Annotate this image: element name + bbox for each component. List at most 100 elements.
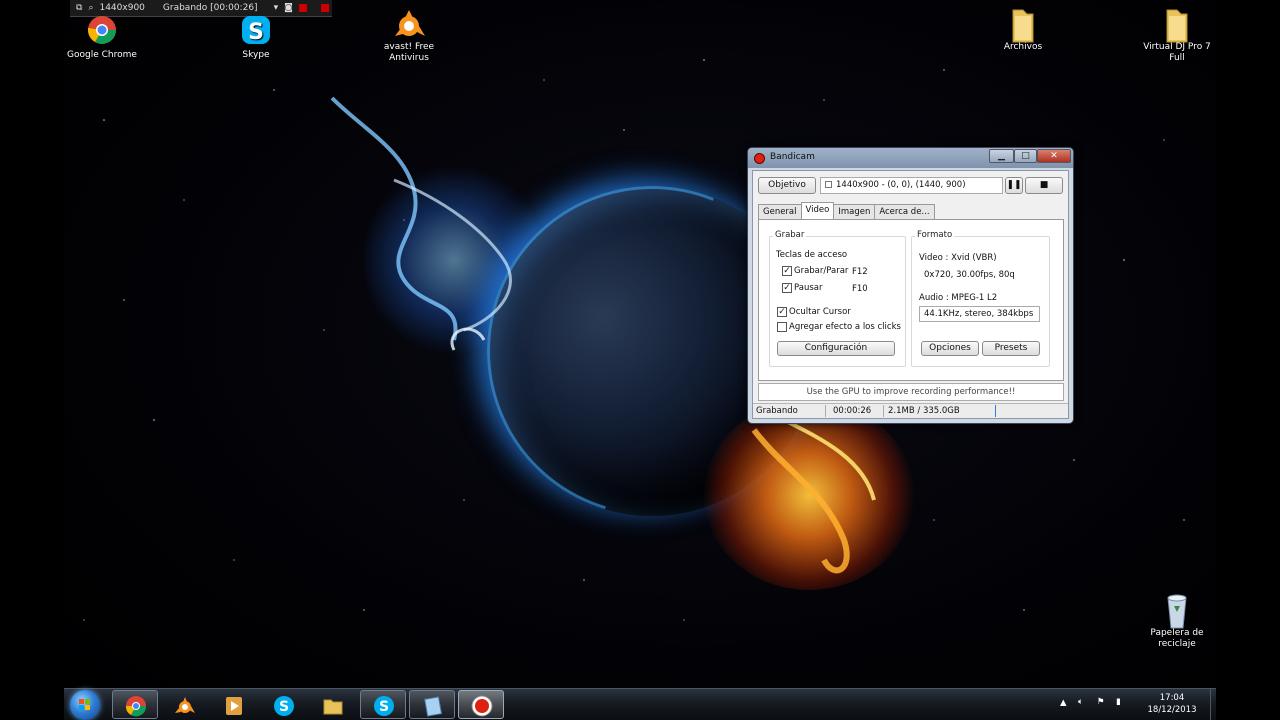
skype-icon: S	[238, 14, 274, 48]
bandicam-app-icon	[754, 153, 765, 164]
start-orb[interactable]	[70, 690, 100, 720]
record-hotkey: F12	[852, 267, 868, 277]
target-field[interactable]: 1440x900 - (0, 0), (1440, 900)	[820, 177, 1003, 194]
taskbar-notepad[interactable]	[409, 690, 455, 719]
recording-status: Grabando [00:00:26]	[162, 3, 258, 13]
camera-icon[interactable]: ◙	[284, 3, 293, 13]
notepad-icon	[424, 696, 443, 717]
skype-icon: S	[274, 696, 294, 716]
opciones-button[interactable]: Opciones	[921, 341, 979, 356]
configuracion-button[interactable]: Configuración	[777, 341, 895, 356]
audio-format: Audio : MPEG-1 L2	[919, 293, 998, 303]
taskbar-avast[interactable]	[161, 690, 207, 719]
status-divider	[883, 405, 884, 417]
pause-button[interactable]: ❚❚	[1005, 177, 1023, 194]
click-effect-checkbox[interactable]	[777, 322, 787, 332]
video-format: Video : Xvid (VBR)	[919, 253, 997, 263]
desktop-icon-chrome[interactable]: Google Chrome	[57, 14, 147, 61]
desktop-icon-label: Google Chrome	[67, 50, 137, 60]
window-mode-icon[interactable]: ⧉	[76, 3, 82, 13]
search-icon[interactable]: ⌕	[88, 3, 93, 13]
desktop-icon-skype[interactable]: S Skype	[211, 14, 301, 61]
objetivo-button[interactable]: Objetivo	[758, 177, 816, 194]
svg-text:S: S	[248, 20, 264, 45]
gpu-tip-link[interactable]: Use the GPU to improve recording perform…	[758, 383, 1064, 401]
skype-icon: S	[374, 696, 394, 716]
clock-date: 18/12/2013	[1147, 705, 1197, 715]
status-time: 00:00:26	[833, 406, 872, 416]
tab-video[interactable]: Video	[800, 202, 835, 219]
target-rect-icon	[825, 181, 832, 188]
dropdown-icon[interactable]: ▾	[274, 3, 279, 13]
letterbox-left	[0, 0, 64, 720]
desktop-icon-avast[interactable]: avast! Free Antivirus	[364, 6, 454, 64]
audio-details: 44.1KHz, stereo, 384kbps	[919, 306, 1040, 322]
status-size: 2.1MB / 335.0GB	[888, 406, 960, 416]
taskbar-skype-pinned[interactable]: S	[260, 690, 306, 719]
system-tray: ▲ 🔈︎ ⚑ ▮ 17:04 18/12/2013	[1048, 689, 1208, 720]
record-checkbox[interactable]: ✓	[782, 266, 792, 276]
chrome-icon	[125, 696, 147, 717]
desktop-icon-recycle-bin[interactable]: Papelera de reciclaje	[1132, 592, 1222, 650]
status-divider	[825, 405, 826, 417]
pause-label: Pausar	[794, 283, 823, 293]
windows-logo-icon	[79, 699, 90, 710]
taskbar-skype[interactable]: S	[360, 690, 406, 719]
desktop-icon-archivos[interactable]: Archivos	[978, 6, 1068, 53]
desktop-icon-label: Skype	[242, 50, 270, 60]
stop-icon[interactable]	[298, 4, 307, 12]
pause-checkbox[interactable]: ✓	[782, 283, 792, 293]
show-desktop-button[interactable]	[1210, 689, 1216, 720]
letterbox-right	[1216, 0, 1280, 720]
chrome-icon	[84, 14, 120, 48]
click-effect-label: Agregar efecto a los clicks	[789, 322, 901, 332]
show-hidden-icons-icon[interactable]: ▲	[1060, 698, 1067, 708]
avast-icon	[175, 697, 195, 713]
clock-time: 17:04	[1159, 693, 1185, 703]
volume-icon[interactable]: 🔈︎	[1078, 697, 1083, 707]
hide-cursor-label: Ocultar Cursor	[789, 307, 851, 317]
taskbar: S S ▲ 🔈︎ ⚑ ▮ 17:04 18/12/2013	[64, 688, 1216, 720]
status-progress-marker	[995, 405, 996, 417]
taskbar-explorer[interactable]	[309, 690, 355, 719]
tab-imagen[interactable]: Imagen	[833, 204, 876, 219]
video-tab-panel: Grabar Teclas de acceso ✓ Grabar/Parar F…	[758, 219, 1064, 381]
folder-icon	[323, 699, 343, 715]
grabar-group-label: Grabar	[773, 230, 807, 240]
status-bar: Grabando 00:00:26 2.1MB / 335.0GB	[753, 403, 1068, 418]
taskbar-chrome[interactable]	[112, 690, 158, 719]
media-player-icon	[226, 697, 242, 715]
maximize-button[interactable]: □	[1014, 149, 1037, 163]
record-label: Grabar/Parar	[794, 266, 849, 276]
network-icon[interactable]: ▮	[1116, 697, 1121, 707]
hide-cursor-checkbox[interactable]: ✓	[777, 307, 787, 317]
close-button[interactable]: ✕	[1037, 149, 1071, 163]
stop-button[interactable]: ■	[1025, 177, 1063, 194]
recording-resolution: 1440x900	[99, 3, 145, 13]
window-title: Bandicam	[770, 152, 815, 162]
folder-icon	[1159, 6, 1195, 43]
minimize-button[interactable]: ▁	[989, 149, 1014, 163]
svg-text:S: S	[379, 699, 389, 715]
window-body: Objetivo 1440x900 - (0, 0), (1440, 900) …	[752, 170, 1069, 419]
desktop-icon-virtualdj[interactable]: Virtual DJ Pro 7 Full	[1132, 6, 1222, 64]
taskbar-bandicam[interactable]	[458, 690, 504, 719]
clock[interactable]: 17:04 18/12/2013	[1142, 692, 1202, 716]
screen: ⧉ ⌕ 1440x900 Grabando [00:00:26] ▾ ◙ Goo…	[0, 0, 1280, 720]
tab-bar: General Video Imagen Acerca de...	[758, 202, 935, 219]
action-center-flag-icon[interactable]: ⚑	[1097, 697, 1105, 707]
target-value: 1440x900 - (0, 0), (1440, 900)	[836, 180, 966, 190]
bandicam-window: Bandicam ▁ □ ✕ Objetivo 1440x900 - (0, 0…	[747, 147, 1074, 424]
hotkeys-label: Teclas de acceso	[776, 250, 848, 260]
video-details: 0x720, 30.00fps, 80q	[924, 270, 1015, 280]
record-icon[interactable]	[320, 4, 329, 12]
title-bar[interactable]: Bandicam ▁ □ ✕	[748, 148, 1073, 168]
folder-icon	[1005, 6, 1041, 43]
bandicam-icon	[471, 695, 493, 717]
tab-general[interactable]: General	[758, 204, 802, 219]
recycle-bin-icon	[1159, 592, 1195, 629]
status-state: Grabando	[756, 406, 798, 416]
presets-button[interactable]: Presets	[982, 341, 1040, 356]
tab-acerca[interactable]: Acerca de...	[874, 204, 935, 219]
taskbar-media-player[interactable]	[210, 690, 256, 719]
